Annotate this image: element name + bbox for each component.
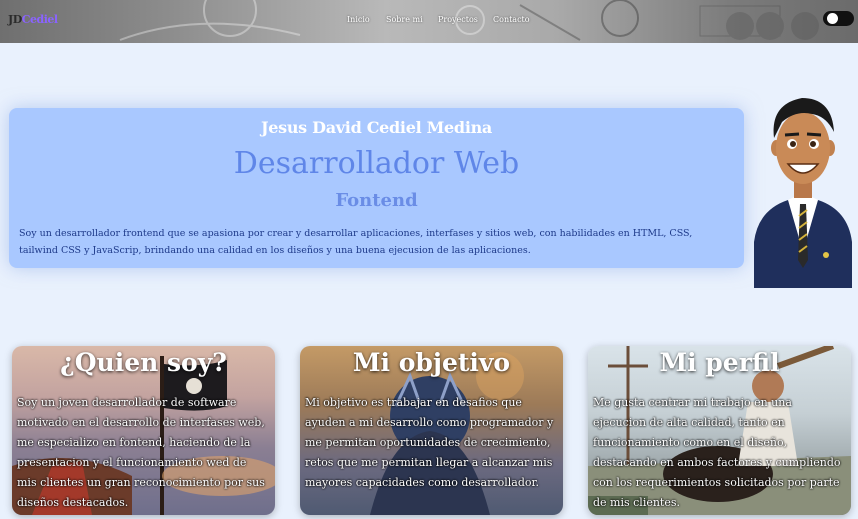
hero-card: Jesus David Cediel Medina Desarrollador …: [9, 108, 744, 268]
avatar-illustration: [754, 98, 852, 288]
card-text: Soy un joven desarrollador de software m…: [17, 396, 265, 509]
card-text: Mi objetivo es trabajar en desafios que …: [305, 396, 554, 489]
card-title: Mi perfil: [659, 348, 780, 377]
nav-link-inicio[interactable]: Inicio: [347, 15, 370, 24]
card-title: ¿Quien soy?: [60, 348, 227, 377]
card-text: Me gusta centrar mi trabajo en una ejecu…: [593, 396, 841, 509]
hero-description: Soy un desarrollador frontend que se apa…: [19, 228, 693, 256]
hero-name: Jesus David Cediel Medina: [260, 118, 492, 137]
theme-toggle[interactable]: [823, 11, 854, 26]
card-mi-objetivo: Mi objetivo Mi objetivo es trabajar en d…: [300, 346, 563, 515]
nav-link-sobre-mi[interactable]: Sobre mi: [386, 15, 423, 24]
hero-role: Desarrollador Web: [233, 146, 520, 181]
nav-menu: Inicio Sobre mi Proyectos Contacto: [0, 15, 858, 29]
card-title: Mi objetivo: [352, 348, 511, 377]
nav-link-proyectos[interactable]: Proyectos: [438, 15, 478, 24]
toggle-knob: [827, 13, 838, 24]
navbar: JDCediel Inicio Sobre mi Proyectos Conta…: [0, 0, 858, 43]
nav-link-contacto[interactable]: Contacto: [493, 15, 530, 24]
card-quien-soy: ¿Quien soy? Soy un joven desarrollador d…: [12, 346, 275, 515]
hero-subrole: Fontend: [335, 190, 418, 211]
card-mi-perfil: Mi perfil Me gusta centrar mi trabajo en…: [588, 346, 851, 515]
